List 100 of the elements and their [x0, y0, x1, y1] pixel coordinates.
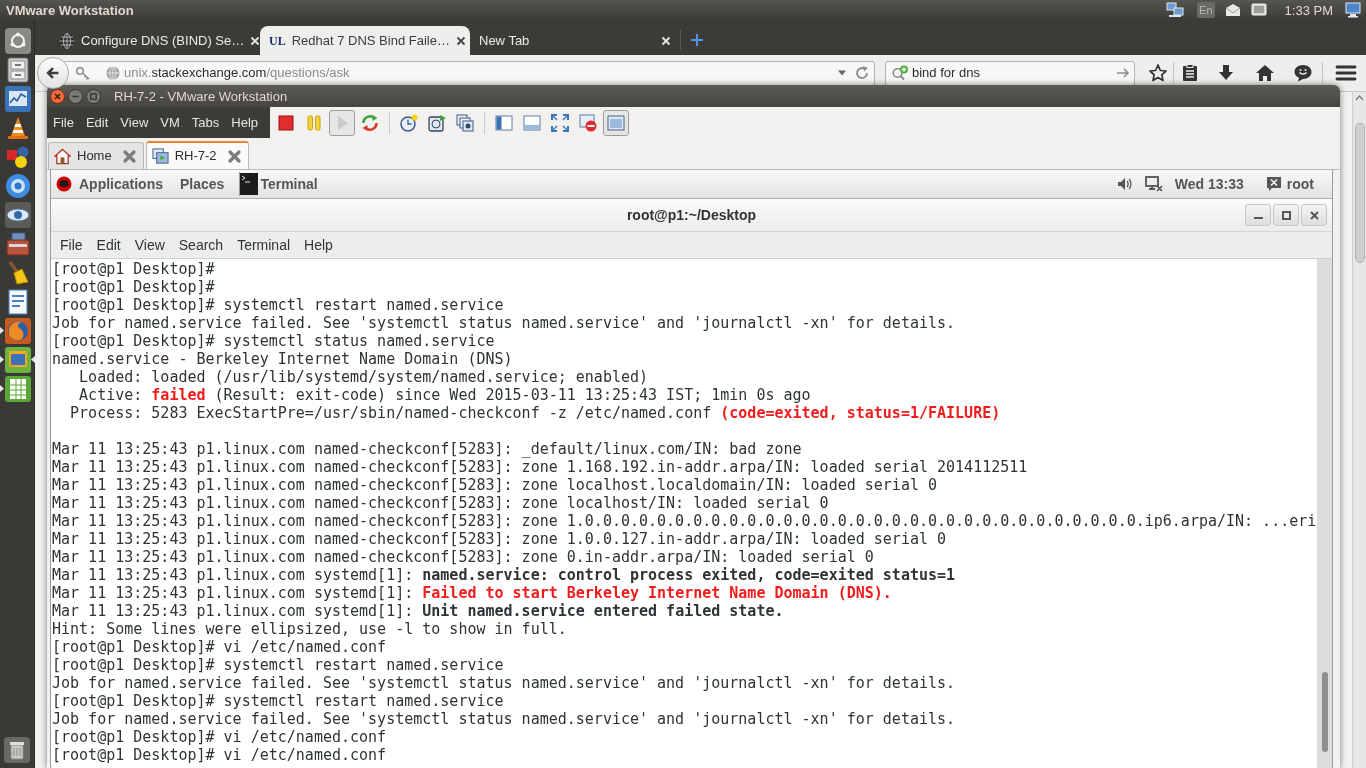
- close-icon: [1309, 210, 1319, 220]
- sphere-icon[interactable]: [4, 172, 31, 199]
- vm-tab[interactable]: RH-7-2: [145, 141, 249, 169]
- terminal-line: Process: 5283 ExecStartPre=/usr/sbin/named-checkconf -z /etc/named.conf (code=exited, status=1/FAILURE): [69, 404, 1001, 422]
- menu-item[interactable]: Help: [225, 116, 265, 129]
- taskbar-button[interactable]: Terminal: [240, 171, 318, 197]
- close-icon[interactable]: [50, 88, 65, 104]
- minimize-icon[interactable]: [68, 88, 83, 104]
- menu-item[interactable]: Help: [297, 238, 340, 252]
- scrollbar-thumb[interactable]: [1354, 123, 1365, 263]
- search-icon: [891, 65, 909, 81]
- window-stack-icon[interactable]: [4, 346, 31, 373]
- app-title: VMware Workstation: [6, 3, 134, 17]
- toolbox-icon[interactable]: [4, 230, 31, 257]
- search-field[interactable]: bind for dns: [885, 60, 1135, 86]
- terminal-line: Mar 11 13:25:43 p1.linux.com named-checkconf[5283]: zone localhost.localdomain/IN: loaded serial 0: [52, 476, 937, 494]
- maximize-icon[interactable]: [86, 88, 101, 104]
- terminal-line: Mar 11 13:25:43 p1.linux.com named-checkconf[5283]: zone 1.168.192.in-addr.arpa/IN: loaded serial 2014112511: [52, 458, 1028, 476]
- chart-window-icon[interactable]: [4, 85, 31, 112]
- menu-item[interactable]: File: [53, 238, 90, 252]
- star-icon[interactable]: [1148, 63, 1168, 83]
- globe-icon: [106, 66, 120, 80]
- screen-icon[interactable]: [1250, 3, 1267, 17]
- address-field[interactable]: unix.stackexchange.com/questions/ask: [62, 60, 875, 86]
- menu-item[interactable]: View: [114, 116, 155, 129]
- status-bubble-icon[interactable]: [1265, 176, 1282, 192]
- panel-menu[interactable]: Applications: [79, 173, 163, 195]
- browser-icon[interactable]: [4, 317, 31, 344]
- vm-tab[interactable]: Home: [48, 142, 144, 169]
- terminal-line: Loaded: loaded (/usr/lib/systemd/system/named.service; enabled): [78, 368, 649, 386]
- plus-icon[interactable]: [690, 33, 704, 47]
- computer-icon[interactable]: [1345, 2, 1361, 18]
- menu-item[interactable]: Search: [171, 238, 231, 252]
- terminal-line: [root@p1 Desktop]# vi /etc/named.conf: [52, 746, 387, 764]
- network-icon[interactable]: [1166, 2, 1185, 18]
- close-button[interactable]: [1301, 204, 1327, 226]
- close-icon[interactable]: [455, 35, 466, 46]
- browser-tab[interactable]: Configure DNS (BIND) Se…: [50, 26, 260, 55]
- panel-menu[interactable]: Places: [180, 173, 225, 195]
- clock[interactable]: 1:33 PM: [1284, 3, 1333, 17]
- speaker-icon[interactable]: [1116, 176, 1133, 192]
- terminal-line: Mar 11 13:25:43 p1.linux.com systemd[1]: Failed to start Berkeley Internet Name Domain (DNS).: [52, 584, 892, 602]
- spreadsheet-icon[interactable]: [4, 375, 31, 402]
- terminal-line: [root@p1 Desktop]# vi /etc/named.conf: [52, 638, 387, 656]
- home-icon[interactable]: [1255, 63, 1275, 83]
- circle-logo-icon[interactable]: [4, 27, 31, 54]
- reload-icon[interactable]: [854, 65, 870, 81]
- menu-item[interactable]: File: [47, 116, 80, 129]
- menu-item[interactable]: View: [127, 238, 172, 252]
- clock-icon: [399, 112, 419, 133]
- terminal-line: [root@p1 Desktop]# systemctl status named.service: [52, 332, 495, 350]
- terminal-line: Mar 11 13:25:43 p1.linux.com named-checkconf[5283]: _default/linux.com/IN: bad zone: [52, 440, 802, 458]
- page-scrollbar[interactable]: [1352, 92, 1366, 768]
- stop-square-icon: [276, 112, 296, 133]
- stacked-frames-icon: [455, 112, 475, 133]
- menu-item[interactable]: VM: [154, 116, 186, 129]
- sidebar-window-icon: [494, 112, 514, 133]
- terminal-line: Mar 11 13:25:43 p1.linux.com systemd[1]: Unit named.service entered failed state.: [52, 602, 784, 620]
- window-minus-icon: [578, 112, 598, 133]
- terminal-line: [root@p1 Desktop]# systemctl restart named.service: [52, 296, 504, 314]
- back-button[interactable]: [37, 57, 69, 89]
- minimize-button[interactable]: [1245, 204, 1271, 226]
- menu-item[interactable]: Edit: [89, 238, 128, 252]
- minimize-icon: [1253, 217, 1263, 219]
- network-offline-icon[interactable]: [1144, 176, 1163, 192]
- trash-icon[interactable]: [4, 737, 30, 763]
- menu-item[interactable]: Edit: [79, 116, 115, 129]
- user-menu[interactable]: root: [1286, 173, 1314, 195]
- key-icon[interactable]: [75, 65, 91, 81]
- terminal-line: Job for named.service failed. See 'systemctl status named.service' and 'journalctl -xn' for details.: [52, 314, 956, 332]
- chat-bubble-icon[interactable]: [1293, 63, 1313, 83]
- bottom-bar-window-icon: [522, 112, 542, 133]
- menu-item[interactable]: Tabs: [185, 116, 226, 129]
- menu-icon[interactable]: [1335, 63, 1357, 83]
- terminal-line: Hint: Some lines were ellipsized, use -l to show in full.: [52, 620, 567, 638]
- maximize-button[interactable]: [1273, 204, 1299, 226]
- pause-icon: [304, 112, 324, 133]
- eye-icon[interactable]: [4, 201, 31, 228]
- hat-logo-icon[interactable]: [56, 176, 72, 192]
- browser-tab[interactable]: New Tab: [470, 26, 680, 55]
- terminal-line: [root@p1 Desktop]# vi /etc/named.conf: [52, 728, 387, 746]
- terminal-line: [root@p1 Desktop]# systemctl restart named.service: [52, 692, 504, 710]
- terminal-line: named.service - Berkeley Internet Name Domain (DNS): [52, 350, 513, 368]
- envelope-icon[interactable]: [1224, 3, 1241, 17]
- menu-item[interactable]: Terminal: [230, 238, 298, 252]
- terminal-line: Mar 11 13:25:43 p1.linux.com named-checkconf[5283]: zone 1.0.0.0.0.0.0.0.0.0.0.0.0.0.0.0.0.0.0.0.0.0.0.0.0.0.0.0.0.0.0.0.ip6.arpa/IN: ...eri: [52, 512, 1317, 530]
- clipboard-icon[interactable]: [1180, 63, 1200, 83]
- file-cabinet-icon[interactable]: [4, 56, 31, 83]
- terminal-line: Active: failed (Result: exit-code) since Wed 2015-03-11 13:25:43 IST; 1min 0s ago: [78, 386, 811, 404]
- panel-clock[interactable]: Wed 13:33: [1174, 173, 1244, 195]
- browser-tab[interactable]: UL Redhat 7 DNS Bind Faile…: [260, 26, 470, 55]
- dropdown-caret-icon[interactable]: [837, 70, 847, 76]
- terminal-line: Mar 11 13:25:43 p1.linux.com named-checkconf[5283]: zone 1.0.0.127.in-addr.arpa/IN: loaded serial 0: [52, 530, 947, 548]
- terminal-scrollbar[interactable]: [1317, 259, 1332, 768]
- go-arrow-icon[interactable]: [1116, 67, 1130, 79]
- terminal-line: Mar 11 13:25:43 p1.linux.com systemd[1]: named.service: control process exited, code=exited status=1: [52, 566, 956, 584]
- terminal-title: root@p1:~/Desktop: [626, 205, 757, 225]
- terminal-icon: [240, 173, 259, 195]
- circular-arrows-icon: [360, 112, 380, 133]
- scrollbar-thumb[interactable]: [1321, 672, 1328, 752]
